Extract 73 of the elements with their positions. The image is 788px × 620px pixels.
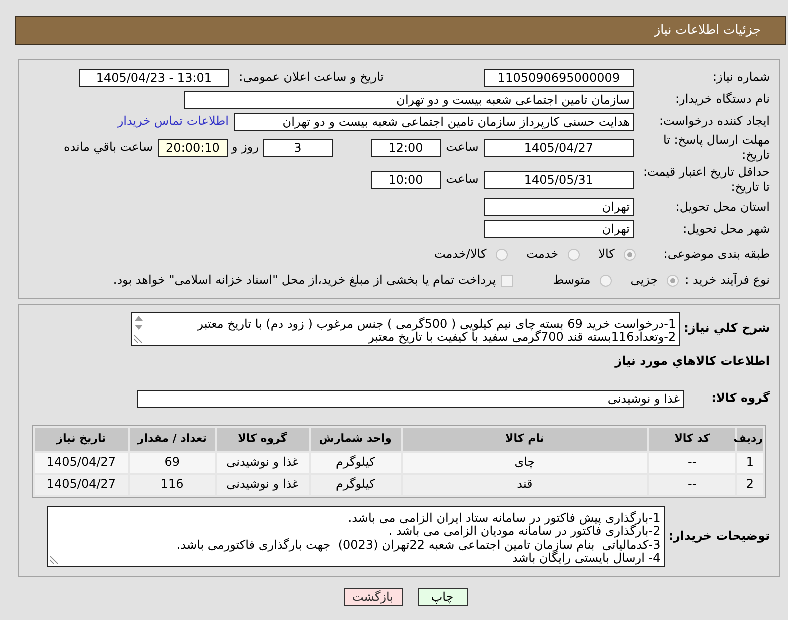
table-cell: -- bbox=[649, 453, 736, 473]
scroll-arrows-icon[interactable] bbox=[134, 315, 144, 331]
table-cell: -- bbox=[649, 475, 736, 495]
announce-date-field[interactable]: 1405/04/23 - 13:01 bbox=[79, 68, 230, 86]
city-field[interactable]: تهران bbox=[484, 220, 634, 238]
radio-button[interactable] bbox=[600, 275, 612, 287]
table-cell: کیلوگرم bbox=[310, 475, 401, 495]
resize-grip-icon[interactable] bbox=[50, 556, 58, 564]
field-label: ایجاد کننده درخواست: bbox=[658, 114, 770, 129]
field-label: تاریخ و ساعت اعلان عمومی: bbox=[239, 70, 384, 86]
section-title: اطلاعات کالاهاي مورد نیاز bbox=[615, 354, 770, 370]
table-cell: 1 bbox=[737, 453, 763, 473]
field-label: استان محل تحویل: bbox=[674, 200, 770, 214]
radio-label: کالا bbox=[598, 247, 615, 263]
resize-grip-icon[interactable] bbox=[134, 335, 142, 343]
time-left-field[interactable]: 20:00:10 bbox=[158, 139, 228, 157]
table-cell: 116 bbox=[130, 475, 215, 495]
table-cell: 1405/04/27 bbox=[35, 453, 128, 473]
checkbox[interactable] bbox=[501, 275, 514, 287]
print-button[interactable]: چاپ bbox=[418, 588, 468, 606]
table-cell: غذا و نوشیدنی bbox=[216, 475, 309, 495]
contact-link[interactable]: اطلاعات تماس خریدار bbox=[118, 114, 229, 130]
validity-date-field[interactable]: 1405/05/31 bbox=[484, 171, 634, 189]
field-label: توضیحات خریدار: bbox=[668, 528, 770, 544]
page-title: جزئیات اطلاعات نیاز bbox=[654, 22, 761, 39]
column-header: نام کالا bbox=[402, 428, 648, 451]
column-header: تعداد / مقدار bbox=[130, 428, 215, 451]
field-label: حداقل تاریخ اعتبار قیمت: تا تاریخ: bbox=[642, 165, 770, 195]
requester-field[interactable]: هدایت حسنی کارپرداز سازمان تامین اجتماعی شعبه بیست و دو تهران bbox=[234, 112, 634, 130]
goods-group-field[interactable]: غذا و نوشیدنی bbox=[137, 390, 684, 408]
table-cell: چای bbox=[402, 453, 648, 473]
radio-button[interactable] bbox=[568, 249, 580, 261]
field-label: نوع فرآیند خرید : bbox=[685, 273, 770, 289]
table-cell: قند bbox=[402, 475, 648, 495]
days-left-field[interactable]: 3 bbox=[263, 139, 333, 157]
field-label: ساعت bbox=[445, 172, 480, 188]
radio-button[interactable] bbox=[624, 249, 636, 261]
field-label: شماره نیاز: bbox=[712, 70, 770, 85]
field-label: طبقه بندی موضوعی: bbox=[664, 247, 770, 263]
column-header: ردیف bbox=[737, 428, 763, 451]
radio-label: متوسط bbox=[553, 273, 591, 289]
field-label: گروه کالا: bbox=[710, 390, 770, 406]
table-cell: غذا و نوشیدنی bbox=[216, 453, 309, 473]
province-field[interactable]: تهران bbox=[484, 198, 634, 216]
field-label: مهلت ارسال پاسخ: تا تاریخ: bbox=[662, 133, 770, 163]
buyer-name-field[interactable]: سازمان تامین اجتماعی شعبه بیست و دو تهران bbox=[184, 90, 634, 108]
back-button[interactable]: بازگشت bbox=[344, 588, 402, 606]
validity-time-field[interactable]: 10:00 bbox=[371, 171, 441, 189]
field-label: نام دستگاه خریدار: bbox=[674, 92, 770, 107]
table-cell: 2 bbox=[737, 475, 763, 495]
field-label: ساعت باقي مانده bbox=[64, 140, 153, 156]
radio-label: کالا/خدمت bbox=[434, 247, 487, 263]
field-label: شهر محل تحویل: bbox=[682, 222, 770, 236]
description-field[interactable]: 1-درخواست خرید 69 بسته چای نیم کیلویی ( 500گرمی ) جنس مرغوب ( زود دم) با تاریخ معتبر 2-وتعداد116بسته قند 700گرمی سفید با کیفیت با تاریخ معتبر bbox=[131, 312, 680, 346]
field-label: روز و bbox=[230, 140, 260, 156]
need-number-field[interactable]: 1105090695000009 bbox=[484, 68, 634, 86]
radio-button[interactable] bbox=[667, 275, 680, 287]
table-cell: 1405/04/27 bbox=[35, 475, 128, 495]
column-header: کد کالا bbox=[649, 428, 736, 451]
checkbox-label: پرداخت تمام یا بخشی از مبلغ خرید،از محل "اسناد خزانه اسلامی" خواهد بود. bbox=[113, 273, 496, 289]
radio-label: خدمت bbox=[526, 247, 559, 263]
table-cell: 69 bbox=[130, 453, 215, 473]
notes-field[interactable]: 1-بارگذاری پیش فاکتور در سامانه ستاد ایران الزامی می باشد. 2-بارگذاری فاکتور در سامانه مودیان الزامی می باشد . 3-کدمالیاتی بنام سازمان تامین اجتماعی شعبه 22تهران (0023) جهت بارگذاری فاکتورمی باشد. 4- ارسال بایستی رایگان باشد bbox=[46, 506, 665, 567]
radio-button[interactable] bbox=[496, 249, 508, 261]
column-header: گروه کالا bbox=[216, 428, 309, 451]
radio-label: جزیی bbox=[630, 273, 658, 289]
deadline-date-field[interactable]: 1405/04/27 bbox=[484, 139, 634, 157]
column-header: واحد شمارش bbox=[310, 428, 401, 451]
field-label: ساعت bbox=[445, 140, 480, 156]
column-header: تاریخ نیاز bbox=[35, 428, 128, 451]
field-label: شرح کلي نیاز: bbox=[684, 321, 770, 337]
table-cell: کیلوگرم bbox=[310, 453, 401, 473]
deadline-time-field[interactable]: 12:00 bbox=[371, 139, 441, 157]
